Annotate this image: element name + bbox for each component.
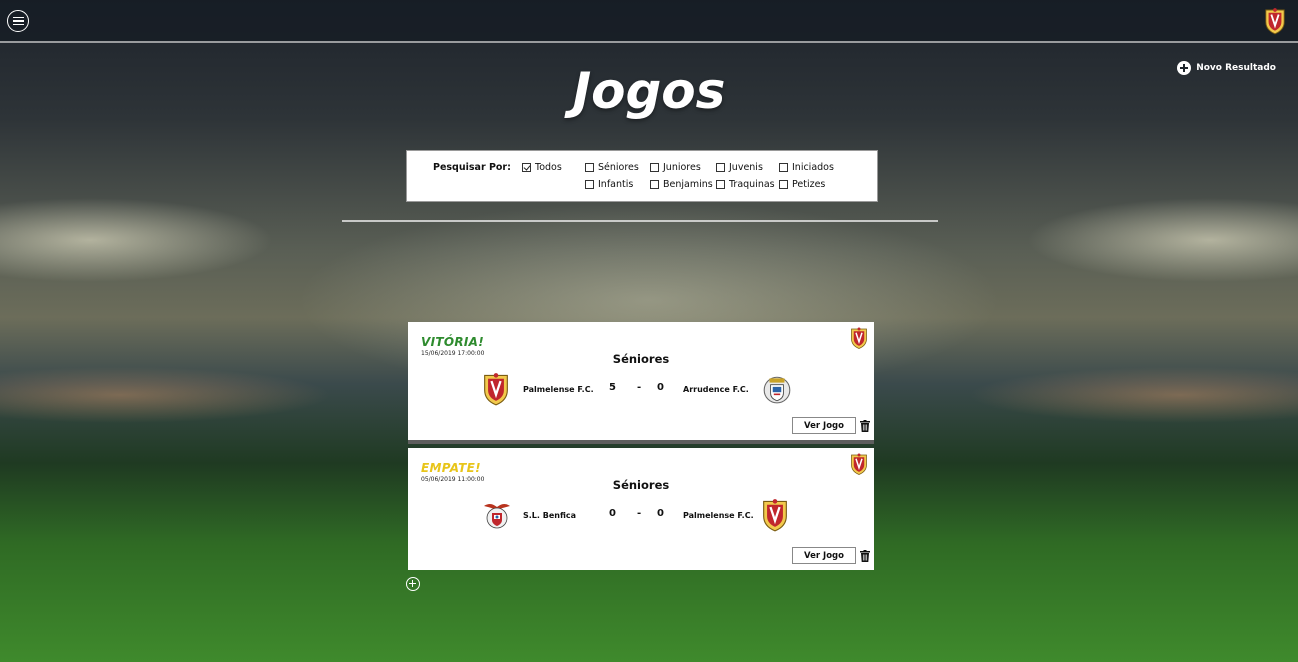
palmelense-crest-icon <box>850 452 868 476</box>
filter-option-juvenis[interactable]: Juvenis <box>716 162 763 173</box>
benfica-crest-icon <box>482 498 512 532</box>
filter-option-benjamins[interactable]: Benjamins <box>650 179 713 190</box>
away-team-name: Palmelense F.C. <box>683 511 754 520</box>
home-team-name: Palmelense F.C. <box>523 385 594 394</box>
game-category: Séniores <box>612 352 670 366</box>
game-card: VITÓRIA! 15/06/2019 17:00:00 Séniores Pa… <box>408 322 874 444</box>
view-game-button[interactable]: Ver Jogo <box>792 417 856 434</box>
filter-option-seniores[interactable]: Séniores <box>585 162 639 173</box>
away-score: 0 <box>657 508 664 519</box>
filter-option-label: Todos <box>535 162 562 173</box>
checkbox-traquinas[interactable] <box>716 180 725 189</box>
view-game-button[interactable]: Ver Jogo <box>792 547 856 564</box>
checkbox-juniores[interactable] <box>650 163 659 172</box>
arruda-crest-icon <box>761 372 793 406</box>
hamburger-menu-icon[interactable] <box>7 10 29 32</box>
trash-icon[interactable] <box>860 550 870 562</box>
match-row: S.L. Benfica 0 - 0 Palmelense F.C. <box>408 496 874 536</box>
top-bar <box>0 0 1298 43</box>
filter-option-label: Séniores <box>598 162 639 173</box>
filter-option-label: Juvenis <box>729 162 763 173</box>
filter-option-label: Petizes <box>792 179 826 190</box>
checkbox-todos[interactable] <box>522 163 531 172</box>
filter-option-label: Juniores <box>663 162 701 173</box>
match-row: Palmelense F.C. 5 - 0 Arrudence F.C. <box>408 370 874 410</box>
filter-option-label: Iniciados <box>792 162 834 173</box>
checkbox-petizes[interactable] <box>779 180 788 189</box>
filter-option-juniores[interactable]: Juniores <box>650 162 701 173</box>
game-card: EMPATE! 05/06/2019 11:00:00 Séniores S.L… <box>408 448 874 570</box>
checkbox-iniciados[interactable] <box>779 163 788 172</box>
filter-option-iniciados[interactable]: Iniciados <box>779 162 834 173</box>
page-title: Jogos <box>572 62 726 120</box>
checkbox-infantis[interactable] <box>585 180 594 189</box>
add-game-plus-icon[interactable] <box>406 577 420 591</box>
section-divider <box>342 220 938 222</box>
filter-option-petizes[interactable]: Petizes <box>779 179 825 190</box>
home-score: 0 <box>609 508 616 519</box>
checkbox-juvenis[interactable] <box>716 163 725 172</box>
game-result: EMPATE! <box>421 461 481 475</box>
checkbox-benjamins[interactable] <box>650 180 659 189</box>
filter-option-label: Benjamins <box>663 179 713 190</box>
score-separator: - <box>637 508 642 519</box>
filter-panel: Pesquisar Por: Todos Séniores Juniores J… <box>406 150 878 202</box>
filter-option-label: Infantis <box>598 179 634 190</box>
home-team-name: S.L. Benfica <box>523 511 577 520</box>
checkbox-seniores[interactable] <box>585 163 594 172</box>
score-separator: - <box>637 382 642 393</box>
home-score: 5 <box>609 382 616 393</box>
palmelense-crest-icon <box>482 372 510 406</box>
filter-option-label: Traquinas <box>729 179 775 190</box>
palmelense-crest-icon[interactable] <box>1264 7 1286 35</box>
filter-option-infantis[interactable]: Infantis <box>585 179 633 190</box>
game-result: VITÓRIA! <box>421 335 485 349</box>
away-team-name: Arrudence F.C. <box>683 385 749 394</box>
trash-icon[interactable] <box>860 420 870 432</box>
filter-label: Pesquisar Por: <box>433 162 511 173</box>
filter-option-todos[interactable]: Todos <box>522 162 562 173</box>
away-score: 0 <box>657 382 664 393</box>
palmelense-crest-icon <box>761 498 789 532</box>
filter-option-traquinas[interactable]: Traquinas <box>716 179 775 190</box>
palmelense-crest-icon <box>850 326 868 350</box>
game-category: Séniores <box>612 478 670 492</box>
